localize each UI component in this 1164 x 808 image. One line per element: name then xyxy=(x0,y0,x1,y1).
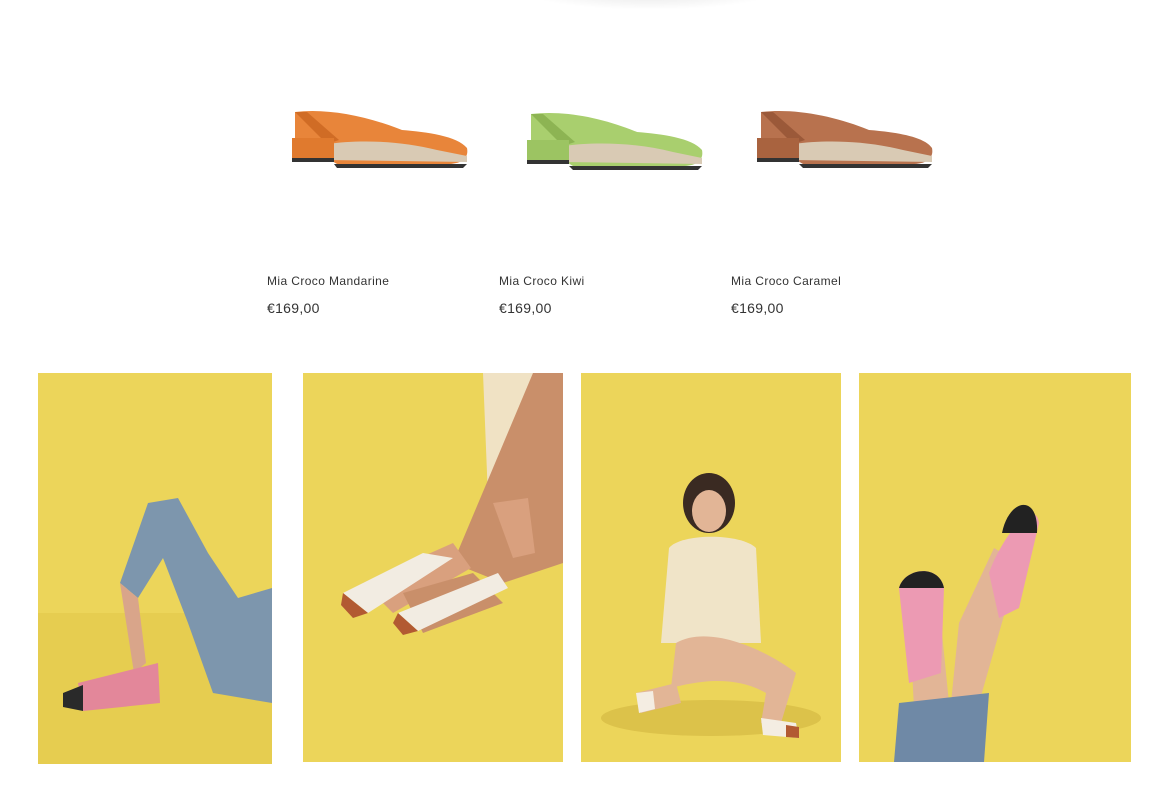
product-image[interactable] xyxy=(731,60,951,240)
shoe-mandarine-image xyxy=(292,110,468,168)
product-image[interactable] xyxy=(267,60,487,240)
product-card-caramel[interactable]: Mia Croco Caramel €169,00 xyxy=(731,60,951,316)
raised-legs-image xyxy=(859,373,1131,762)
seated-model-image xyxy=(581,373,841,762)
product-image[interactable] xyxy=(499,60,719,240)
lookbook-photo-4[interactable] xyxy=(859,373,1131,762)
shoe-caramel-image xyxy=(757,110,933,168)
product-name[interactable]: Mia Croco Caramel xyxy=(731,274,841,288)
lookbook-photo-1[interactable] xyxy=(38,373,272,764)
top-shadow xyxy=(520,0,780,10)
product-card-mandarine[interactable]: Mia Croco Mandarine €169,00 xyxy=(267,60,487,316)
product-price: €169,00 xyxy=(499,300,552,316)
product-card-kiwi[interactable]: Mia Croco Kiwi €169,00 xyxy=(499,60,719,316)
product-name[interactable]: Mia Croco Kiwi xyxy=(499,274,585,288)
shoe-kiwi-image xyxy=(527,112,703,170)
product-price: €169,00 xyxy=(731,300,784,316)
lookbook-photo-3[interactable] xyxy=(581,373,841,762)
lookbook-photo-2[interactable] xyxy=(303,373,563,762)
product-name[interactable]: Mia Croco Mandarine xyxy=(267,274,389,288)
product-price: €169,00 xyxy=(267,300,320,316)
crossed-legs-image xyxy=(303,373,563,762)
reclining-model-image xyxy=(38,373,272,764)
